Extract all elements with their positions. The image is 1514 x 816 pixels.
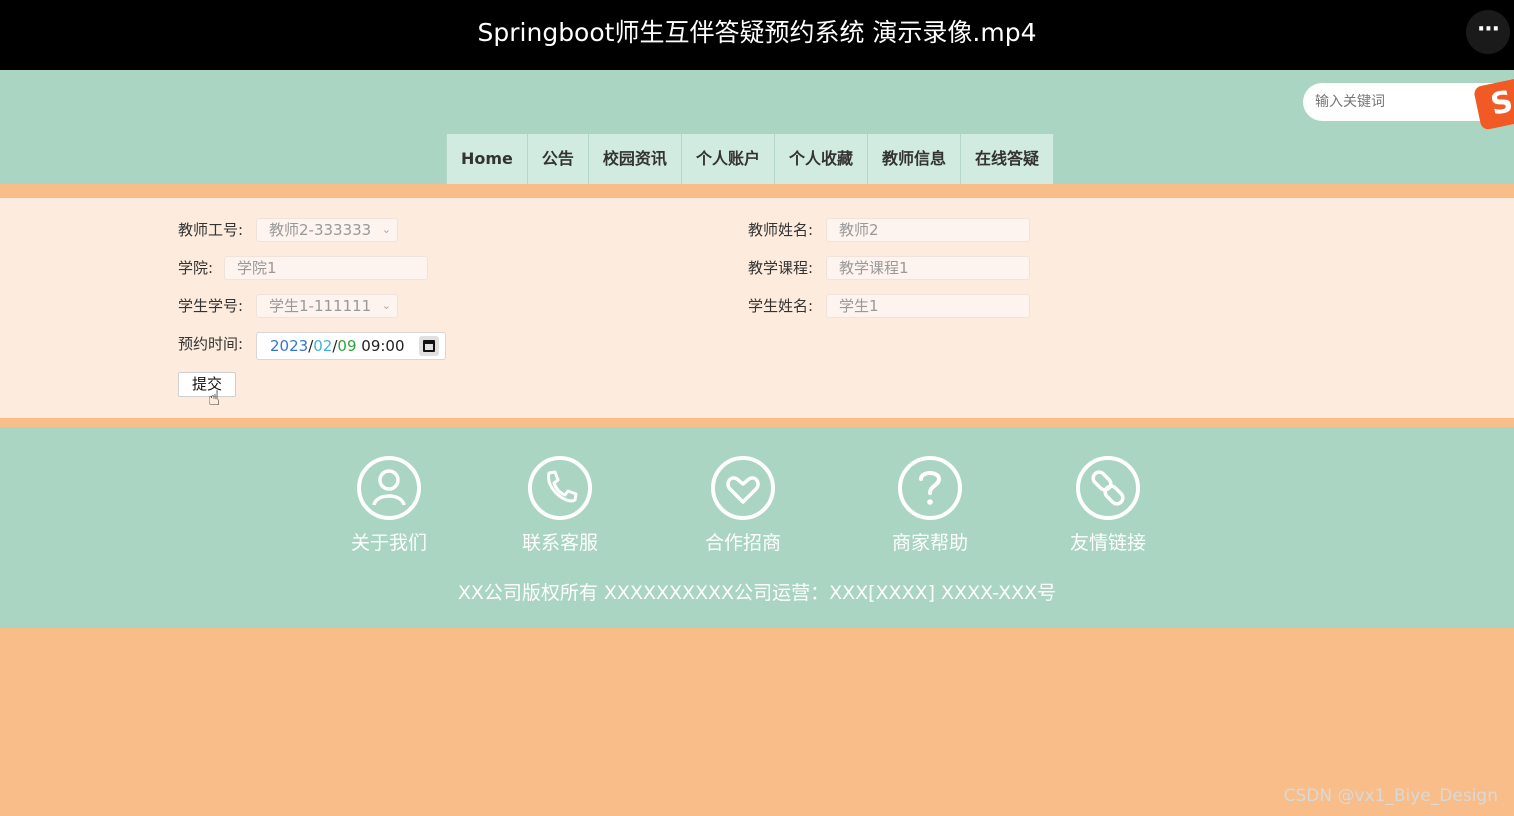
teacher-id-value: 教师2-333333 bbox=[269, 221, 372, 239]
college-field[interactable]: 学院1 bbox=[224, 256, 428, 280]
nav-item-online-qa[interactable]: 在线答疑 bbox=[961, 134, 1054, 184]
student-id-value: 学生1-111111 bbox=[269, 297, 372, 315]
main-nav: Home 公告 校园资讯 个人账户 个人收藏 教师信息 在线答疑 bbox=[446, 134, 1054, 184]
footer-link-label: 合作招商 bbox=[704, 532, 781, 554]
appointment-time-input[interactable]: 2023/02/09 09:00 bbox=[256, 332, 446, 360]
nav-item-account[interactable]: 个人账户 bbox=[682, 134, 775, 184]
nav-item-home[interactable]: Home bbox=[447, 134, 528, 184]
hand-cursor-icon: ☝ bbox=[208, 386, 221, 410]
student-name-field[interactable]: 学生1 bbox=[826, 294, 1030, 318]
teacher-id-select[interactable]: 教师2-333333 ⌄ bbox=[256, 218, 398, 242]
student-id-select[interactable]: 学生1-111111 ⌄ bbox=[256, 294, 398, 318]
divider-band bbox=[0, 184, 1514, 198]
teacher-id-label: 教师工号: bbox=[178, 221, 244, 239]
link-icon bbox=[1076, 456, 1140, 520]
course-label: 教学课程: bbox=[748, 259, 814, 277]
teacher-name-field[interactable]: 教师2 bbox=[826, 218, 1030, 242]
appointment-time-label: 预约时间: bbox=[178, 335, 244, 353]
submit-button[interactable]: 提交 bbox=[178, 372, 236, 397]
date-time: 09:00 bbox=[361, 337, 405, 355]
date-day: 09 bbox=[337, 337, 357, 355]
nav-item-favorites[interactable]: 个人收藏 bbox=[775, 134, 868, 184]
chevron-down-icon: ⌄ bbox=[381, 223, 391, 236]
date-year: 2023 bbox=[270, 337, 309, 355]
college-label: 学院: bbox=[178, 259, 214, 277]
footer-link-label: 联系客服 bbox=[521, 532, 598, 554]
nav-item-notice[interactable]: 公告 bbox=[528, 134, 589, 184]
chevron-down-icon: ⌄ bbox=[381, 299, 391, 312]
course-field[interactable]: 教学课程1 bbox=[826, 256, 1030, 280]
footer-link-support[interactable]: 联系客服 bbox=[495, 455, 625, 555]
divider-band bbox=[0, 418, 1514, 427]
watermark-text: CSDN @vx1_Biye_Design bbox=[1283, 786, 1498, 806]
site-header: Home 公告 校园资讯 个人账户 个人收藏 教师信息 在线答疑 bbox=[0, 70, 1514, 184]
phone-icon bbox=[528, 456, 592, 520]
calendar-icon[interactable] bbox=[419, 336, 439, 356]
video-title-bar: Springboot师生互伴答疑预约系统 演示录像.mp4 ··· bbox=[0, 0, 1514, 70]
student-id-label: 学生学号: bbox=[178, 297, 244, 315]
date-month: 02 bbox=[313, 337, 333, 355]
nav-item-teachers[interactable]: 教师信息 bbox=[868, 134, 961, 184]
user-icon bbox=[357, 456, 421, 520]
more-options-button[interactable]: ··· bbox=[1466, 10, 1510, 54]
appointment-form: 教师工号: 教师2-333333 ⌄ 教师姓名: 教师2 学院: 学院1 教学课… bbox=[0, 198, 1514, 418]
nav-item-campus-news[interactable]: 校园资讯 bbox=[589, 134, 682, 184]
footer-link-help[interactable]: 商家帮助 bbox=[865, 455, 995, 555]
student-name-label: 学生姓名: bbox=[748, 297, 814, 315]
question-icon bbox=[898, 456, 962, 520]
footer-link-label: 友情链接 bbox=[1069, 532, 1146, 554]
site-footer: 关于我们 联系客服 合作招商 商家帮助 友情链接 XX公司版权所有 XXXXXX… bbox=[0, 427, 1514, 628]
copyright-text: XX公司版权所有 XXXXXXXXXX公司运营：XXX[XXXX] XXXX-X… bbox=[457, 582, 1057, 604]
footer-link-partnership[interactable]: 合作招商 bbox=[678, 455, 808, 555]
footer-link-label: 关于我们 bbox=[350, 532, 427, 554]
footer-link-label: 商家帮助 bbox=[891, 532, 968, 554]
heart-icon bbox=[711, 456, 775, 520]
teacher-name-label: 教师姓名: bbox=[748, 221, 814, 239]
footer-link-about[interactable]: 关于我们 bbox=[324, 455, 454, 555]
video-title: Springboot师生互伴答疑预约系统 演示录像.mp4 bbox=[477, 18, 1037, 47]
footer-link-friends[interactable]: 友情链接 bbox=[1043, 455, 1173, 555]
